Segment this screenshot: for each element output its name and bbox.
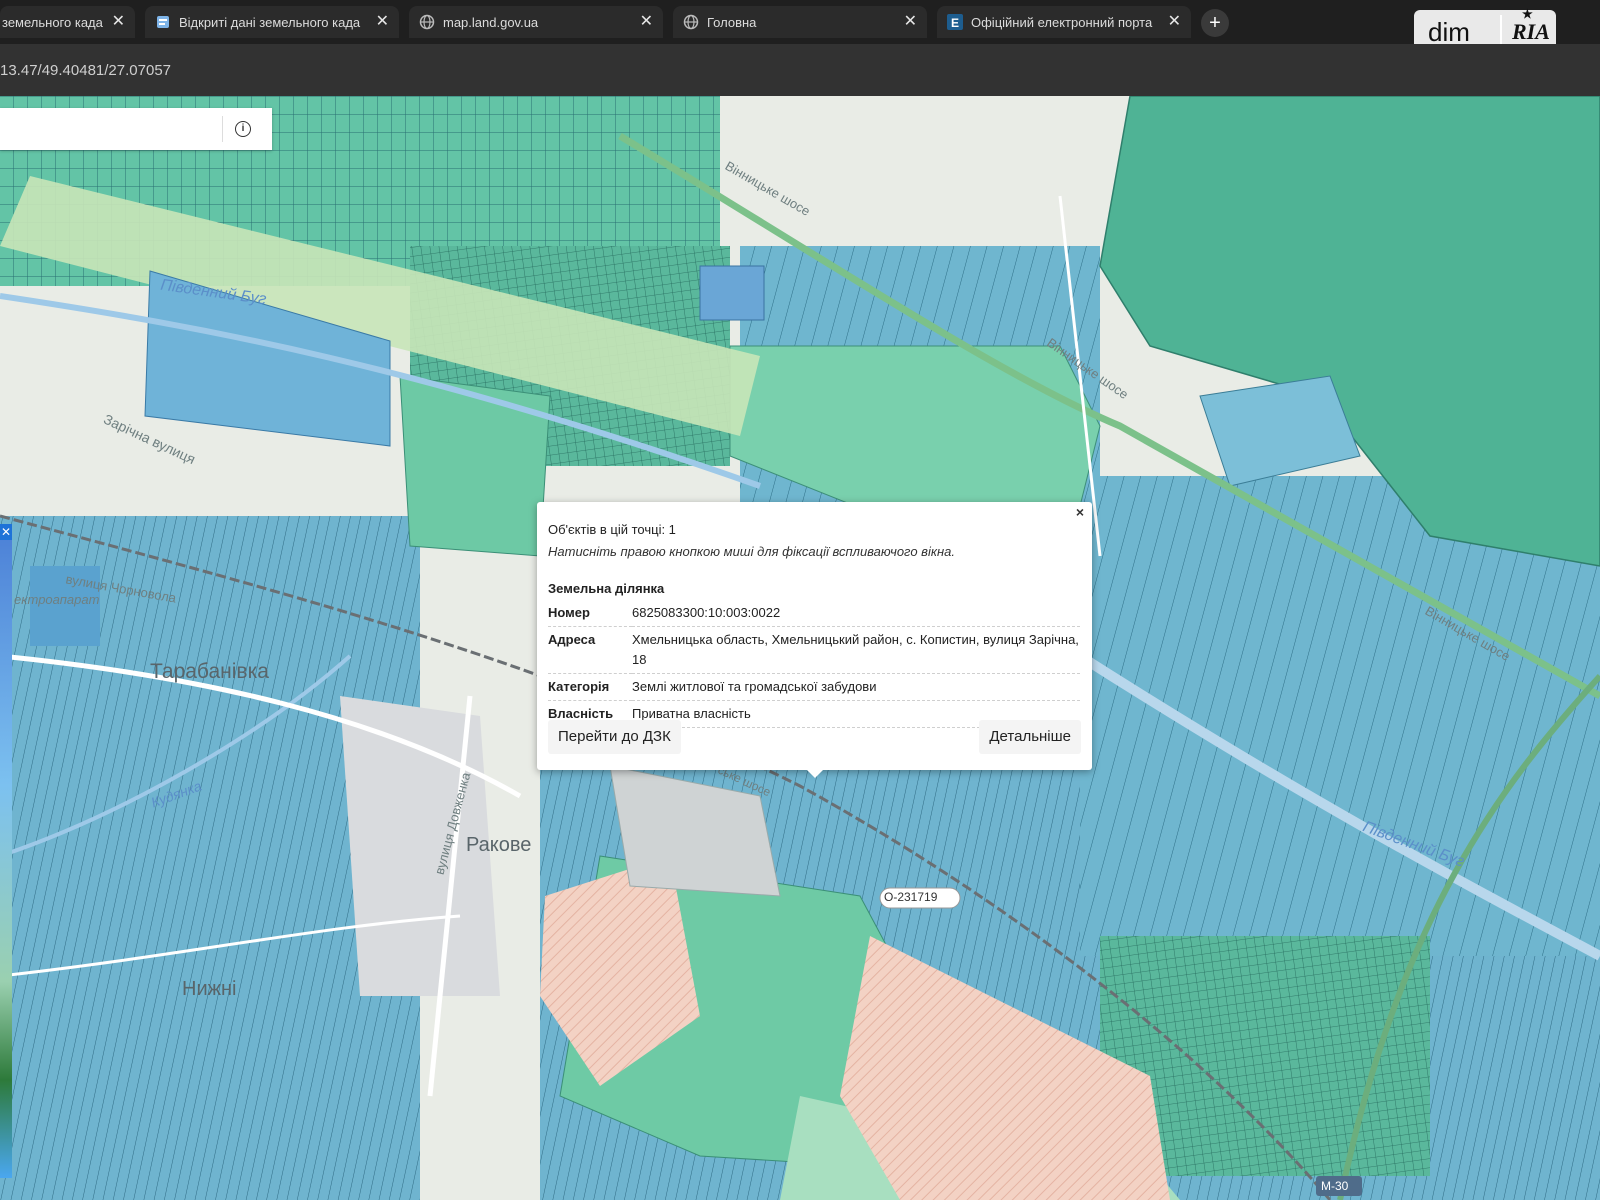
- table-row: Номер 6825083300:10:003:0022: [548, 600, 1080, 627]
- globe-icon: [419, 14, 435, 30]
- place-label-elektroaparat: ектроапарат: [14, 592, 100, 607]
- place-label-rakove: Ракове: [466, 834, 532, 856]
- brand-dim: dim: [1428, 16, 1470, 47]
- address-bar: 13.47/49.40481/27.07057: [0, 44, 1600, 96]
- tab-label: Відкриті дані земельного када: [179, 14, 361, 30]
- road-badge-m30: М-30: [1321, 1179, 1349, 1193]
- close-tab-icon[interactable]: ✕: [376, 14, 389, 30]
- popup-close-button[interactable]: ×: [1076, 504, 1084, 520]
- attr-key: Номер: [548, 600, 632, 627]
- objects-count: Об'єктів в цій точці: 1: [548, 522, 676, 537]
- popup-hint: Натисніть правою кнопкою миші для фіксац…: [548, 544, 955, 559]
- attr-value-category: Землі житлової та громадської забудови: [632, 673, 1080, 701]
- globe-icon: [683, 14, 699, 30]
- parcel-info-popup: × Об'єктів в цій точці: 1 Натисніть прав…: [537, 502, 1092, 778]
- popup-title: Земельна ділянка: [548, 581, 665, 596]
- brand-ria: ★ RIA: [1512, 7, 1550, 44]
- place-label-nyzhni: Нижні: [182, 978, 237, 1000]
- side-panel-image: [0, 524, 12, 1178]
- info-icon[interactable]: i: [235, 121, 251, 137]
- url-text[interactable]: 13.47/49.40481/27.07057: [0, 62, 171, 79]
- star-icon: ★: [1522, 7, 1533, 21]
- table-row: Адреса Хмельницька область, Хмельницький…: [548, 626, 1080, 674]
- tab-home[interactable]: Головна ✕: [673, 6, 927, 38]
- map-search-box: i: [0, 108, 272, 150]
- tab-official-portal[interactable]: E Офіційний електронний порта ✕: [937, 6, 1191, 38]
- svg-text:E: E: [951, 16, 959, 30]
- tab-land-cadastre[interactable]: земельного када ✕: [0, 6, 135, 38]
- e-logo-icon: E: [947, 14, 963, 30]
- search-divider: [222, 116, 223, 142]
- table-row: Категорія Землі житлової та громадської …: [548, 673, 1080, 701]
- side-panel-close-button[interactable]: ✕: [0, 524, 12, 540]
- attr-key: Адреса: [548, 626, 632, 674]
- details-button[interactable]: Детальніше: [979, 720, 1081, 754]
- map-search-input[interactable]: [0, 108, 220, 150]
- place-label-tarabanivka: Тарабанівка: [150, 660, 269, 683]
- road-badge-o231719: О-231719: [884, 890, 938, 904]
- parcel-attributes-table: Номер 6825083300:10:003:0022 Адреса Хмел…: [548, 600, 1080, 728]
- go-to-dzk-button[interactable]: Перейти до ДЗК: [548, 720, 681, 754]
- attr-value-address: Хмельницька область, Хмельницький район,…: [632, 626, 1080, 674]
- tab-open-data[interactable]: Відкриті дані земельного када ✕: [145, 6, 399, 38]
- popup-pointer: [805, 768, 825, 778]
- tab-map-land[interactable]: map.land.gov.ua ✕: [409, 6, 663, 38]
- browser-tab-bar: земельного када ✕ Відкриті дані земельно…: [0, 0, 1600, 44]
- new-tab-button[interactable]: +: [1201, 9, 1229, 37]
- close-tab-icon[interactable]: ✕: [1168, 14, 1181, 30]
- tab-label: map.land.gov.ua: [443, 14, 539, 30]
- attr-value-cadastral-number: 6825083300:10:003:0022: [632, 600, 1080, 627]
- close-tab-icon[interactable]: ✕: [640, 14, 653, 30]
- tab-label: Офіційний електронний порта: [971, 14, 1153, 30]
- close-tab-icon[interactable]: ✕: [904, 14, 917, 30]
- tab-label: земельного када: [2, 14, 103, 30]
- map-page-icon: [155, 14, 171, 30]
- attr-key: Категорія: [548, 673, 632, 701]
- tab-label: Головна: [707, 14, 757, 30]
- close-tab-icon[interactable]: ✕: [112, 14, 125, 30]
